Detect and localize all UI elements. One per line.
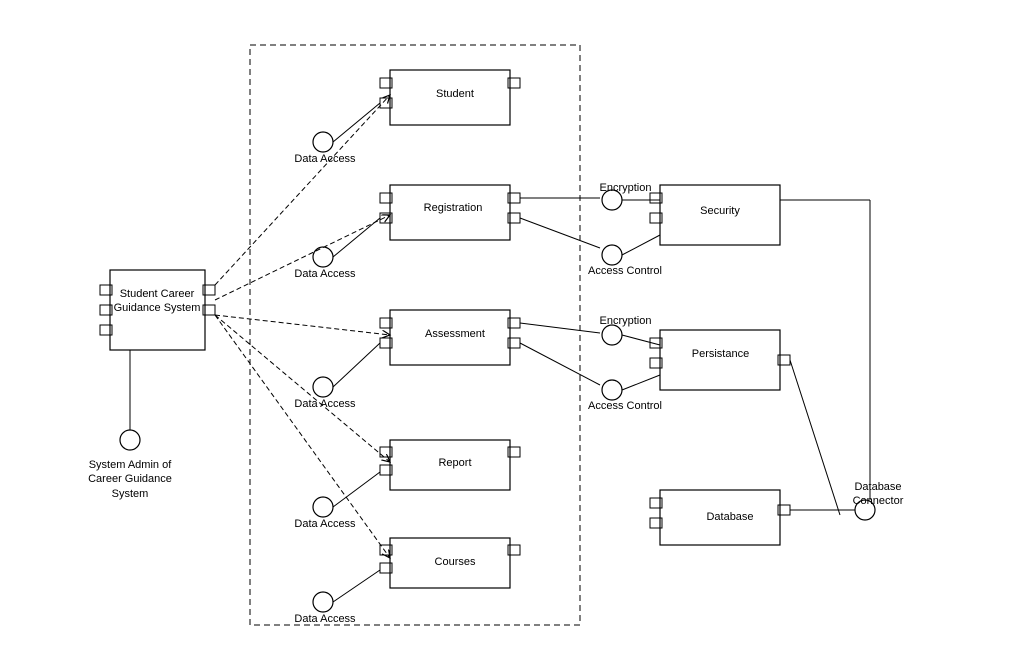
courses-data-access-label: Data Access [290,613,360,625]
security-access-control-label: Access Control [580,265,670,277]
assessment-label: Assessment [410,328,500,340]
security-encryption-label: Encryption [588,182,663,194]
assessment-data-access-label: Data Access [290,398,360,410]
database-label: Database [690,511,770,523]
security-label: Security [680,205,760,217]
persistance-label: Persistance [678,348,763,360]
courses-label: Courses [415,556,495,568]
registration-data-access-label: Data Access [290,268,360,280]
registration-label: Registration [408,202,498,214]
student-data-access-label: Data Access [290,153,360,165]
architecture-diagram: Student Career Guidance System System Ad… [0,0,1025,670]
report-data-access-label: Data Access [290,518,360,530]
student-label: Student [415,88,495,100]
main-system-label: Student Career Guidance System [112,287,202,316]
system-admin-label: System Admin of Career Guidance System [75,458,185,501]
persistance-encryption-label: Encryption [588,315,663,327]
diagram-svg [0,0,1025,670]
database-connector-label: Database Connector [838,480,918,509]
report-label: Report [415,457,495,469]
persistance-access-control-label: Access Control [580,400,670,412]
